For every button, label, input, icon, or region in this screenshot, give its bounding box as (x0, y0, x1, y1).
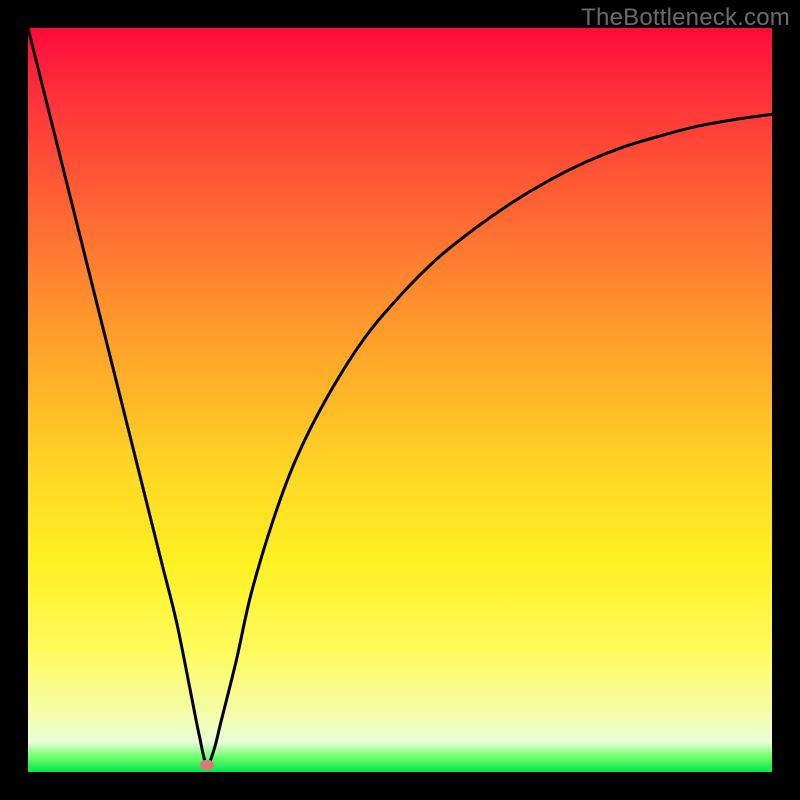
plot-area (28, 28, 772, 772)
minimum-marker (200, 760, 214, 770)
bottleneck-curve (28, 28, 772, 772)
chart-frame: TheBottleneck.com (0, 0, 800, 800)
